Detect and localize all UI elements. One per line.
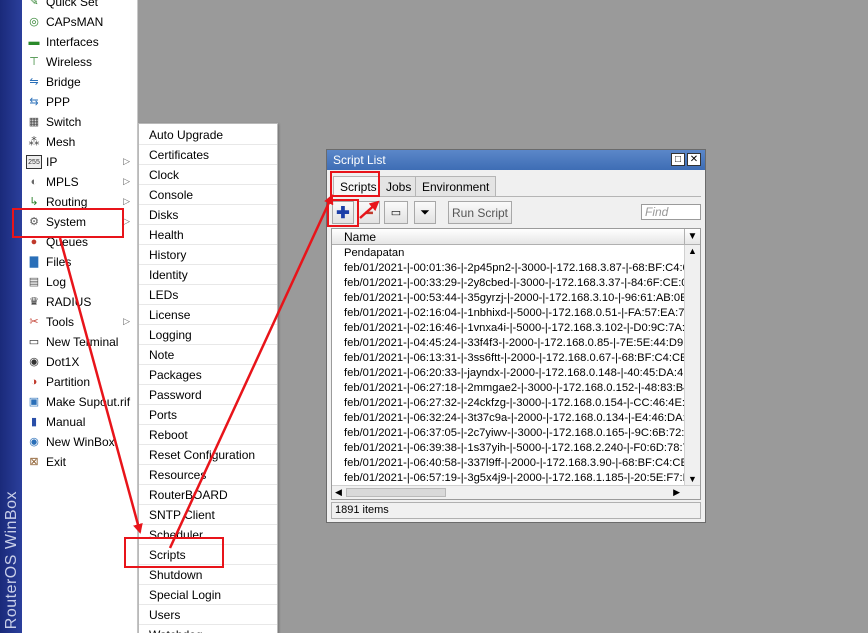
arrow-to-add-button xyxy=(359,200,380,219)
annotation-arrows xyxy=(58,194,380,549)
arrow-scripts-to-tab xyxy=(168,194,334,549)
arrow-system-to-scripts xyxy=(58,237,143,534)
